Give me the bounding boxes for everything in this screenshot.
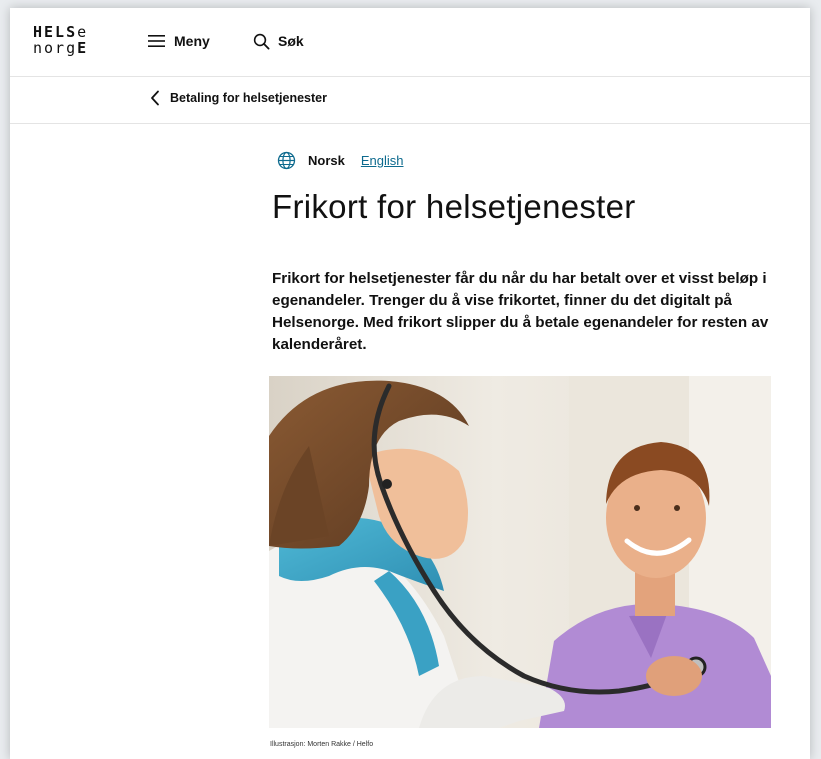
search-button[interactable]: Søk	[253, 30, 304, 52]
browser-page: HELSe norgE Meny Søk Betaling for helset…	[10, 8, 810, 759]
logo-line-1: HELSe	[33, 23, 89, 41]
search-label: Søk	[278, 33, 304, 49]
language-english-link[interactable]: English	[361, 153, 404, 168]
menu-button[interactable]: Meny	[148, 30, 210, 52]
page-title: Frikort for helsetjenester	[272, 188, 636, 225]
language-current: Norsk	[308, 153, 345, 168]
back-link-label: Betaling for helsetjenester	[170, 91, 327, 105]
language-selector: Norsk English	[277, 151, 404, 170]
doctor-patient-photo	[269, 376, 771, 728]
magnifier-icon	[253, 33, 270, 50]
hamburger-icon	[148, 35, 165, 47]
chevron-left-icon	[151, 90, 159, 106]
lead-paragraph: Frikort for helsetjenester får du når du…	[272, 270, 769, 353]
breadcrumb-bar: Betaling for helsetjenester	[10, 77, 810, 124]
image-caption: Illustrasjon: Morten Rakke / Helfo	[270, 741, 374, 748]
menu-label: Meny	[174, 33, 210, 49]
globe-icon	[277, 151, 296, 170]
back-link[interactable]: Betaling for helsetjenester	[150, 90, 327, 106]
site-header: HELSe norgE Meny Søk	[10, 8, 810, 77]
helsenorge-logo[interactable]: HELSe norgE	[33, 24, 88, 56]
logo-line-2: norgE	[33, 39, 89, 57]
